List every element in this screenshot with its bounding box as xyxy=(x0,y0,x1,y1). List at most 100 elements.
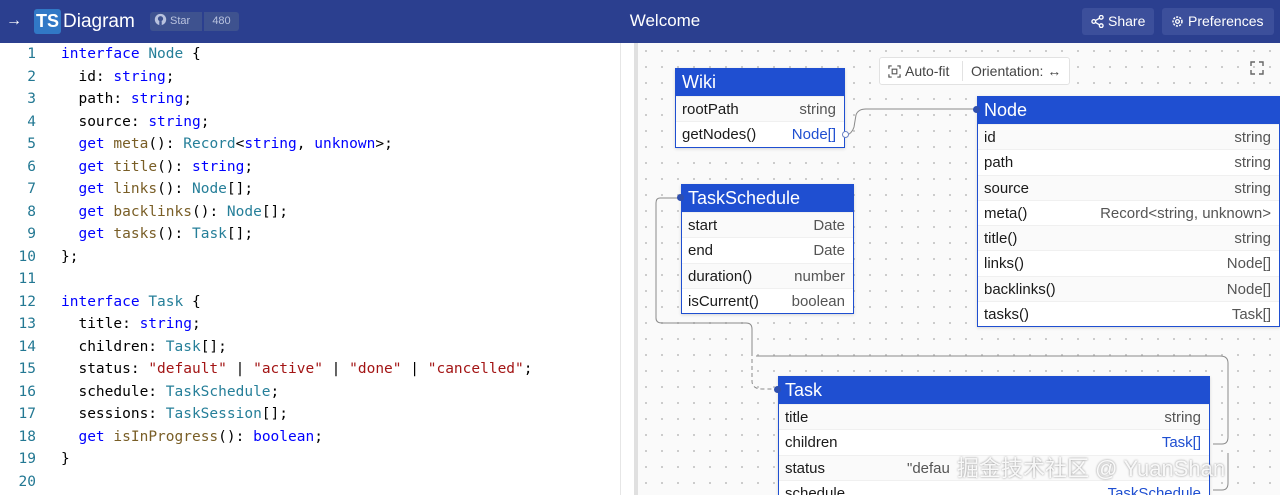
diagram-canvas[interactable]: Auto-fit Orientation: ↔ Wiki rootPath str… xyxy=(638,43,1280,495)
node-field-row: backlinks() Node[] xyxy=(978,275,1279,302)
autofit-button[interactable]: Auto-fit xyxy=(888,58,949,84)
code-line: 1 interface Node { xyxy=(0,43,620,66)
field-type-link[interactable]: TaskSchedule xyxy=(1108,481,1201,495)
autofit-icon xyxy=(888,65,901,78)
code-line: 20 xyxy=(0,471,620,494)
code-editor[interactable]: 1 interface Node { 2 id: string; 3 path: … xyxy=(0,43,620,495)
field-type: string xyxy=(1234,129,1271,146)
code-line: 3 path: string; xyxy=(0,88,620,111)
field-type: Node[] xyxy=(1226,280,1271,298)
code-line: 7 get links(): Node[]; xyxy=(0,178,620,201)
field-type: string xyxy=(799,101,836,118)
field-name: duration() xyxy=(688,267,753,285)
github-icon xyxy=(154,13,167,26)
field-name: end xyxy=(688,242,714,260)
code-line: 10}; xyxy=(0,246,620,269)
field-type: string xyxy=(1234,179,1271,197)
code-line: 5 get meta(): Record<string, unknown>; xyxy=(0,133,620,156)
code-line: 8 get backlinks(): Node[]; xyxy=(0,201,620,224)
share-icon xyxy=(1091,14,1104,29)
node-field-row: rootPath string xyxy=(676,96,844,122)
node-field-row: getNodes() Node[] xyxy=(676,121,844,146)
node-field-row: path string xyxy=(978,149,1279,174)
line-number: 4 xyxy=(27,113,36,130)
field-type: Task[] xyxy=(1231,306,1271,324)
field-name: status xyxy=(785,459,826,477)
toolbar-divider xyxy=(962,61,963,81)
line-number: 14 xyxy=(18,338,36,355)
port-task-in[interactable] xyxy=(774,386,781,393)
port-taskschedule-in[interactable] xyxy=(677,194,684,201)
code-line: 14 children: Task[]; xyxy=(0,336,620,359)
code-line: 19} xyxy=(0,448,620,471)
line-number: 6 xyxy=(27,158,36,175)
field-type-link[interactable]: Node[] xyxy=(792,122,836,147)
orientation-button[interactable]: Orientation: ↔ xyxy=(971,58,1061,84)
field-name: source xyxy=(984,179,1030,197)
field-type: "defau xyxy=(907,459,950,477)
node-taskschedule[interactable]: TaskSchedule start Date end Date duration(… xyxy=(681,184,854,315)
line-number: 7 xyxy=(27,181,36,197)
edge-wiki-node xyxy=(844,108,976,137)
collapse-arrow-icon[interactable]: → xyxy=(6,11,22,31)
code-line: 16 schedule: TaskSchedule; xyxy=(0,381,620,404)
field-name: rootPath xyxy=(682,101,739,118)
node-field-row: isCurrent() boolean xyxy=(682,287,853,313)
node-title: TaskSchedule xyxy=(682,185,853,212)
code-line: 15 status: "default" | "active" | "done"… xyxy=(0,358,620,381)
github-star-label: Star xyxy=(170,15,191,27)
line-number: 19 xyxy=(18,451,36,467)
field-name: path xyxy=(984,154,1014,172)
node-field-row: title string xyxy=(779,404,1209,430)
node-node[interactable]: Node id string path string source string me… xyxy=(977,96,1280,328)
field-type: number xyxy=(794,267,845,285)
node-field-row: id string xyxy=(978,124,1279,150)
code-line: 17 sessions: TaskSession[]; xyxy=(0,403,620,426)
line-number: 2 xyxy=(27,68,36,85)
field-name: id xyxy=(984,129,996,146)
share-button[interactable]: Share xyxy=(1082,8,1154,35)
line-number: 17 xyxy=(18,406,36,422)
port-wiki-getnodes[interactable] xyxy=(842,131,849,138)
field-name: getNodes() xyxy=(682,126,757,144)
field-type: boolean xyxy=(791,292,845,310)
diagram-toolbar: Auto-fit Orientation: ↔ xyxy=(879,57,1070,85)
field-name: tasks() xyxy=(984,306,1029,324)
node-title: Wiki xyxy=(676,69,844,96)
logo-text: Diagram xyxy=(63,11,135,32)
code-line: 6 get title(): string; xyxy=(0,156,620,179)
field-name: backlinks() xyxy=(984,280,1056,298)
node-field-row: start Date xyxy=(682,212,853,238)
code-line: 4 source: string; xyxy=(0,111,620,134)
line-number: 11 xyxy=(18,271,36,287)
fullscreen-icon[interactable] xyxy=(1250,61,1264,75)
field-type: string xyxy=(1234,230,1271,248)
edge-taskschedule-task xyxy=(751,352,778,390)
field-type: Date xyxy=(813,217,845,234)
page-title: Welcome xyxy=(629,11,701,30)
code-line: 11 xyxy=(0,268,620,291)
autofit-label: Auto-fit xyxy=(905,63,950,79)
node-field-row: source string xyxy=(978,174,1279,200)
port-node-in[interactable] xyxy=(973,106,980,113)
field-name: title() xyxy=(984,230,1018,248)
field-type: Date xyxy=(813,242,845,260)
github-star-count[interactable]: 480 xyxy=(204,12,239,31)
watermark-text: 掘金技术社区 @ YuanShan xyxy=(957,456,1226,481)
field-type: string xyxy=(1164,409,1201,426)
line-number: 8 xyxy=(27,203,36,220)
node-field-row: duration() number xyxy=(682,262,853,288)
node-field-row: tasks() Task[] xyxy=(978,301,1279,326)
field-type: Node[] xyxy=(1226,255,1271,273)
node-field-row: title() string xyxy=(978,225,1279,251)
github-star-button[interactable]: Star xyxy=(150,12,202,31)
top-bar: → TS Diagram Star 480 Welcome Share Pref… xyxy=(0,0,1280,43)
node-wiki[interactable]: Wiki rootPath string getNodes() Node[] xyxy=(675,68,845,148)
field-name: start xyxy=(688,217,718,234)
field-type: Record<string, unknown> xyxy=(1100,204,1271,222)
code-line: 2 id: string; xyxy=(0,66,620,89)
node-field-row: links() Node[] xyxy=(978,250,1279,275)
node-title: Node xyxy=(978,97,1279,124)
line-number: 5 xyxy=(27,136,36,152)
preferences-button[interactable]: Preferences xyxy=(1162,8,1274,35)
